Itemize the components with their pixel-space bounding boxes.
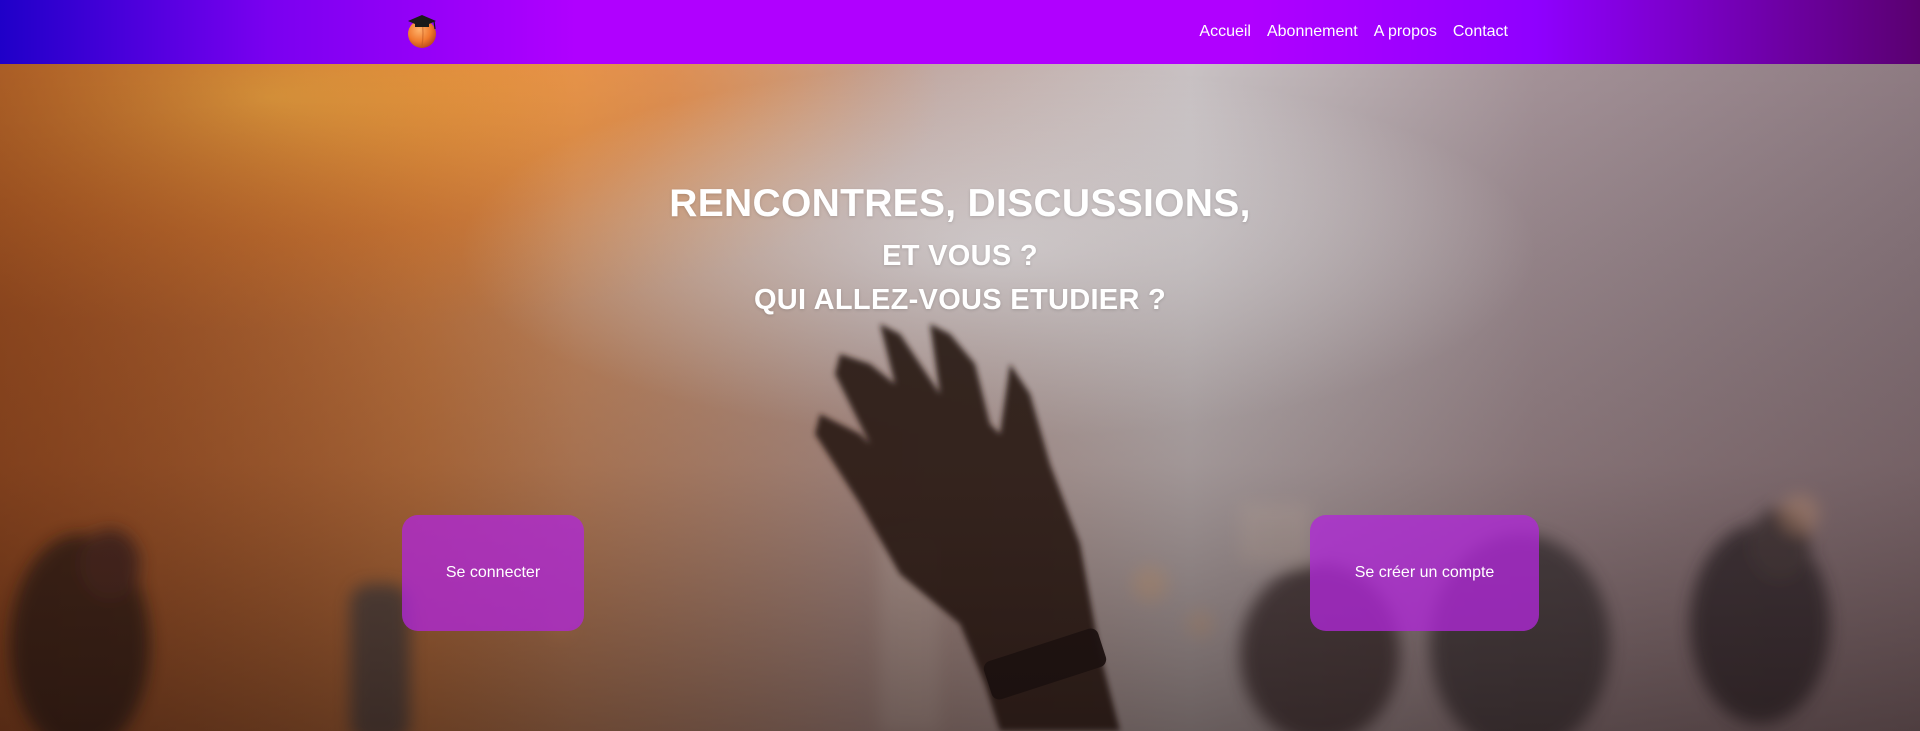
login-button[interactable]: Se connecter	[402, 515, 584, 631]
hero-section: RENCONTRES, DISCUSSIONS, ET VOUS ? QUI A…	[0, 64, 1920, 731]
concert-background-image	[0, 64, 1920, 731]
hero-headline-line1: RENCONTRES, DISCUSSIONS,	[669, 182, 1251, 225]
login-button-label: Se connecter	[445, 564, 541, 581]
peach-logo-icon[interactable]	[402, 12, 440, 50]
hero-headline-line3: QUI ALLEZ-VOUS ETUDIER ?	[753, 284, 1167, 316]
nav-link-accueil[interactable]: Accueil	[1199, 23, 1251, 41]
nav-link-a-propos[interactable]: A propos	[1374, 23, 1437, 41]
nav-link-abonnement[interactable]: Abonnement	[1267, 23, 1358, 41]
main-nav: Accueil Abonnement A propos Contact	[1199, 0, 1508, 64]
hero-headline-line2: ET VOUS ?	[882, 240, 1038, 272]
top-navbar: Accueil Abonnement A propos Contact	[0, 0, 1920, 64]
signup-button-label: Se créer un compte	[1354, 564, 1495, 581]
nav-link-contact[interactable]: Contact	[1453, 23, 1508, 41]
signup-button[interactable]: Se créer un compte	[1310, 515, 1539, 631]
